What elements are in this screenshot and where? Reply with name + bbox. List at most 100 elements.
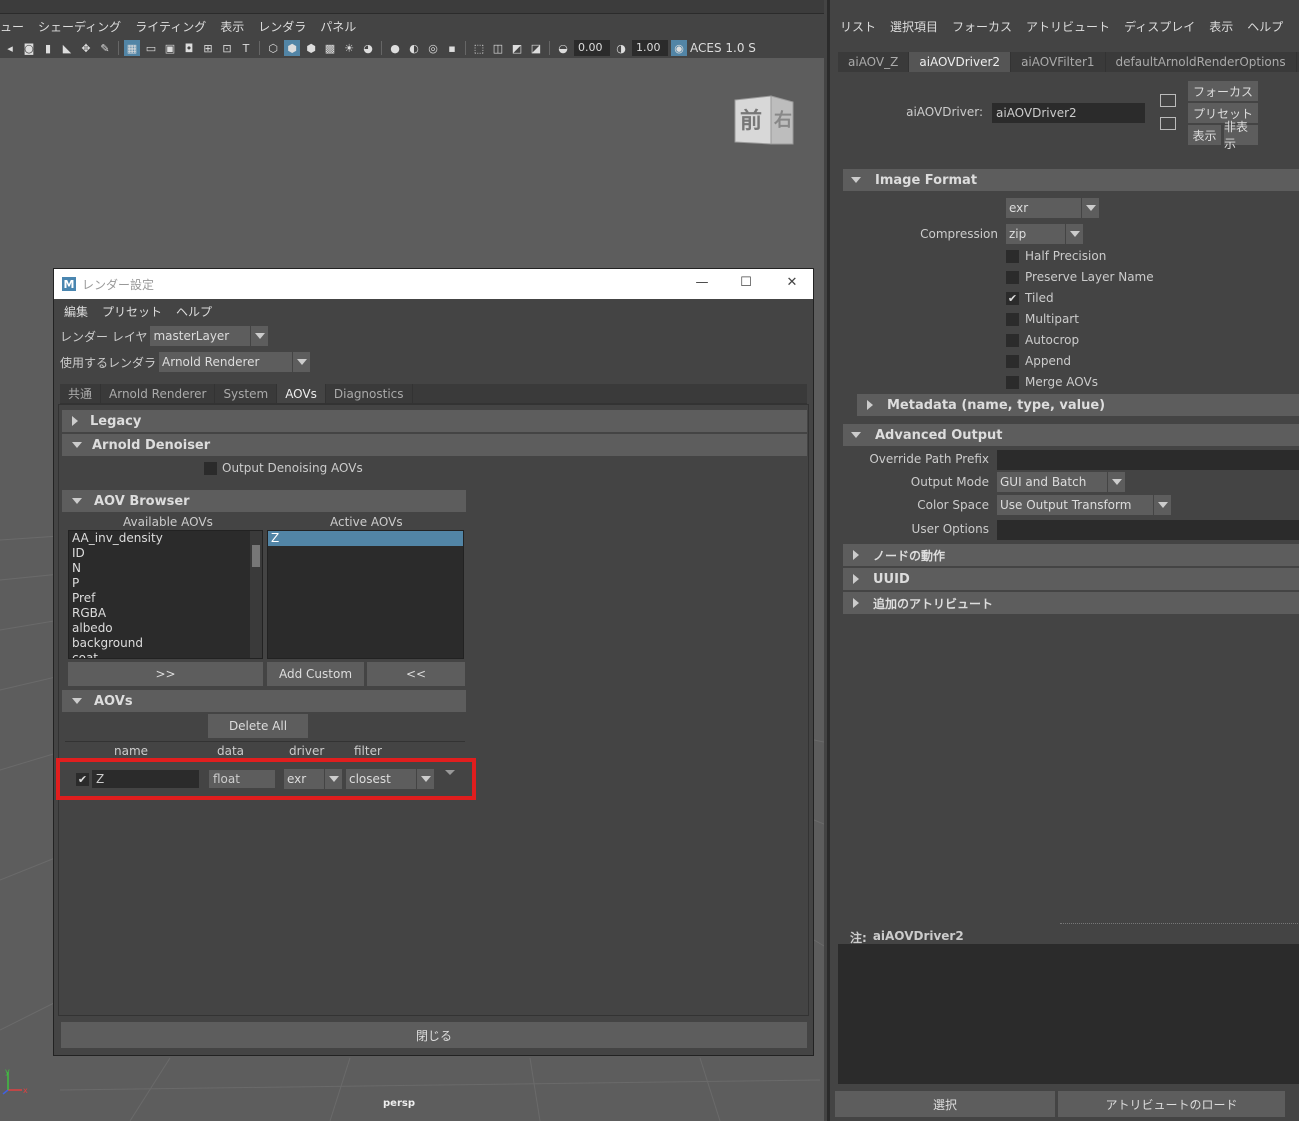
- aovs-section-header[interactable]: AOVs: [62, 690, 466, 712]
- close-button[interactable]: 閉じる: [61, 1022, 807, 1048]
- motion-blur-icon[interactable]: ◐: [406, 40, 422, 56]
- gamma-field[interactable]: 1.00: [632, 40, 668, 56]
- list-item[interactable]: AA_inv_density: [69, 531, 262, 546]
- depth-of-field-icon[interactable]: ▪: [444, 40, 460, 56]
- merge-aovs-checkbox[interactable]: [1006, 375, 1019, 389]
- menu-help[interactable]: ヘルプ: [176, 303, 212, 320]
- xray-icon[interactable]: ◫: [490, 40, 506, 56]
- backface-culling-icon[interactable]: ◪: [528, 40, 544, 56]
- color-space-dropdown[interactable]: Use Output Transform: [997, 495, 1171, 515]
- extra-attributes-header[interactable]: 追加のアトリビュート: [843, 592, 1299, 614]
- shadows-icon[interactable]: ◕: [360, 40, 376, 56]
- tab-system[interactable]: System: [215, 384, 278, 403]
- tab-aovs[interactable]: AOVs: [277, 384, 326, 403]
- aov-browser-header[interactable]: AOV Browser: [62, 490, 466, 512]
- field-chart-icon[interactable]: ⊞: [200, 40, 216, 56]
- notes-splitter[interactable]: [1060, 923, 1299, 924]
- color-management-icon[interactable]: ◉: [671, 40, 687, 56]
- advanced-output-header[interactable]: Advanced Output: [843, 424, 1299, 446]
- brush-icon[interactable]: ✎: [97, 40, 113, 56]
- list-item[interactable]: RGBA: [69, 606, 262, 621]
- scrollbar-thumb[interactable]: [252, 545, 260, 567]
- camera-select-icon[interactable]: ◂: [2, 40, 18, 56]
- viewport-menu-lighting[interactable]: ライティング: [135, 18, 206, 35]
- add-aov-button[interactable]: >>: [68, 662, 263, 686]
- aov-options-arrow-icon[interactable]: [445, 770, 455, 775]
- output-mode-dropdown[interactable]: GUI and Batch: [997, 472, 1125, 492]
- list-item[interactable]: albedo: [69, 621, 262, 636]
- camera-attributes-icon[interactable]: ◙: [21, 40, 37, 56]
- output-connection-icon[interactable]: [1160, 117, 1176, 130]
- minimize-icon[interactable]: —: [694, 275, 710, 291]
- gate-mask-icon[interactable]: ◘: [181, 40, 197, 56]
- exposure-icon[interactable]: ◒: [555, 40, 571, 56]
- user-options-field[interactable]: [997, 520, 1299, 540]
- ae-menu-show[interactable]: 表示: [1209, 18, 1233, 35]
- compression-dropdown[interactable]: zip: [1006, 224, 1083, 244]
- denoiser-section-header[interactable]: Arnold Denoiser: [62, 434, 807, 456]
- ae-menu-attributes[interactable]: アトリビュート: [1026, 18, 1110, 35]
- ae-menu-selected[interactable]: 選択項目: [890, 18, 938, 35]
- menu-edit[interactable]: 編集: [64, 303, 88, 320]
- list-item[interactable]: Pref: [69, 591, 262, 606]
- close-icon[interactable]: ✕: [784, 275, 800, 291]
- tiled-checkbox[interactable]: ✔: [1006, 291, 1019, 305]
- aov-data-field[interactable]: float: [209, 770, 275, 788]
- safe-title-icon[interactable]: T: [238, 40, 254, 56]
- notes-textarea[interactable]: [838, 944, 1299, 1084]
- load-attributes-button[interactable]: アトリビュートのロード: [1058, 1091, 1285, 1117]
- tab-aiaovdriver2[interactable]: aiAOVDriver2: [909, 52, 1012, 72]
- wireframe-icon[interactable]: ⬡: [265, 40, 281, 56]
- xray-joints-icon[interactable]: ◩: [509, 40, 525, 56]
- node-behavior-header[interactable]: ノードの動作: [843, 544, 1299, 566]
- image-plane-icon[interactable]: ◣: [59, 40, 75, 56]
- active-aovs-list[interactable]: Z: [267, 530, 464, 659]
- antialiasing-icon[interactable]: ◎: [425, 40, 441, 56]
- aov-driver-dropdown[interactable]: exr: [284, 769, 342, 789]
- render-layer-dropdown[interactable]: masterLayer: [150, 326, 269, 346]
- ae-menu-help[interactable]: ヘルプ: [1247, 18, 1283, 35]
- menu-presets[interactable]: プリセット: [102, 303, 162, 320]
- gamma-icon[interactable]: ◑: [613, 40, 629, 56]
- lights-icon[interactable]: ☀: [341, 40, 357, 56]
- ae-menu-focus[interactable]: フォーカス: [952, 18, 1012, 35]
- viewcube[interactable]: 前 右: [733, 94, 797, 148]
- add-custom-button[interactable]: Add Custom: [267, 662, 364, 686]
- isolate-select-icon[interactable]: ⬚: [471, 40, 487, 56]
- preserve-layer-name-checkbox[interactable]: [1006, 270, 1019, 284]
- tab-arnold-renderer[interactable]: Arnold Renderer: [101, 384, 216, 403]
- override-path-prefix-field[interactable]: [997, 450, 1299, 470]
- exposure-field[interactable]: 0.00: [574, 40, 610, 56]
- bookmark-icon[interactable]: ▮: [40, 40, 56, 56]
- tab-aiaovfilter1[interactable]: aiAOVFilter1: [1011, 52, 1106, 72]
- render-settings-titlebar[interactable]: M レンダー設定 — ☐ ✕: [54, 269, 813, 299]
- list-item[interactable]: background: [69, 636, 262, 651]
- list-item[interactable]: coat: [69, 651, 262, 658]
- remove-aov-button[interactable]: <<: [367, 662, 465, 686]
- grid-icon[interactable]: ▦: [124, 40, 140, 56]
- ae-menu-list[interactable]: リスト: [840, 18, 876, 35]
- hide-button[interactable]: 非表示: [1224, 120, 1258, 151]
- safe-action-icon[interactable]: ⊡: [219, 40, 235, 56]
- list-item[interactable]: ID: [69, 546, 262, 561]
- delete-all-button[interactable]: Delete All: [208, 714, 308, 738]
- renderer-dropdown[interactable]: Arnold Renderer: [159, 352, 311, 372]
- maximize-icon[interactable]: ☐: [738, 275, 754, 291]
- focus-button[interactable]: フォーカス: [1188, 81, 1258, 101]
- film-gate-icon[interactable]: ▭: [143, 40, 159, 56]
- ae-menu-display[interactable]: ディスプレイ: [1124, 18, 1195, 35]
- multipart-checkbox[interactable]: [1006, 312, 1019, 326]
- tab-default-arnold-render-options[interactable]: defaultArnoldRenderOptions: [1106, 52, 1297, 72]
- available-list-scrollbar[interactable]: [250, 531, 262, 658]
- autocrop-checkbox[interactable]: [1006, 333, 1019, 347]
- ambient-occlusion-icon[interactable]: ●: [387, 40, 403, 56]
- output-denoising-checkbox[interactable]: [204, 461, 217, 475]
- aov-enabled-checkbox[interactable]: ✔: [76, 773, 89, 786]
- legacy-section-header[interactable]: Legacy: [62, 410, 807, 432]
- list-item[interactable]: P: [69, 576, 262, 591]
- append-checkbox[interactable]: [1006, 354, 1019, 368]
- viewport-menu-shading[interactable]: シェーディング: [38, 18, 121, 35]
- node-name-field[interactable]: aiAOVDriver2: [992, 103, 1145, 123]
- tab-diagnostics[interactable]: Diagnostics: [326, 384, 413, 403]
- aov-filter-dropdown[interactable]: closest: [346, 769, 434, 789]
